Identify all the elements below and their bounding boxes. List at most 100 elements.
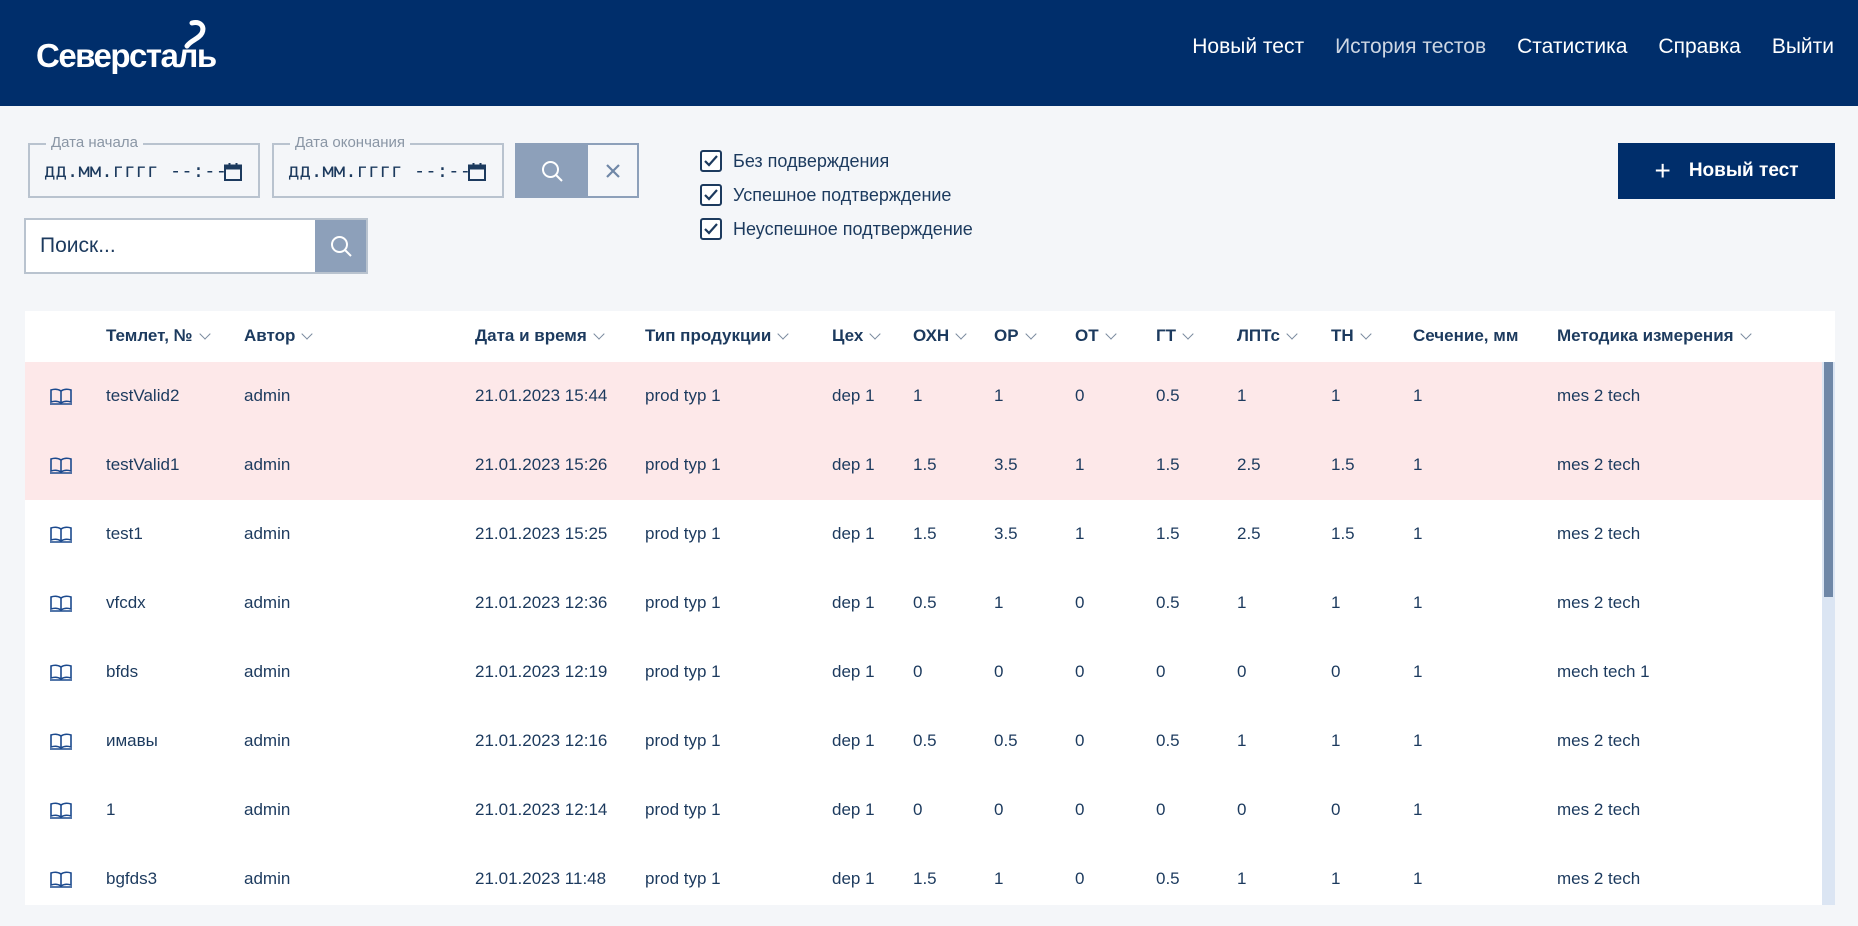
column-header-method[interactable]: Методика измерения (1557, 326, 1752, 346)
column-header-section[interactable]: Сечение, мм (1413, 326, 1518, 346)
table-cell: prod typ 1 (645, 869, 721, 888)
checkbox-checked-icon[interactable] (700, 184, 722, 206)
filter-label: Успешное подтверждение (733, 184, 952, 205)
table-cell: 0 (994, 800, 1004, 819)
search-button[interactable] (315, 220, 366, 272)
table-cell: 0 (1075, 386, 1085, 405)
column-header-tn[interactable]: ТН (1331, 326, 1372, 346)
filter-search-button[interactable] (515, 143, 588, 198)
book-icon[interactable] (50, 663, 72, 681)
table-cell: admin (244, 455, 291, 474)
checkbox-checked-icon[interactable] (700, 150, 722, 172)
book-icon[interactable] (50, 732, 72, 750)
search-icon (541, 160, 563, 182)
column-header-or[interactable]: ОР (994, 326, 1037, 346)
table-cell: 0.5 (1156, 869, 1180, 888)
filter-failed-confirmation[interactable]: Неуспешное подтверждение (700, 212, 973, 246)
table-row[interactable]: testValid1 admin 21.01.2023 15:26 prod typ … (25, 431, 1822, 500)
filter-no-confirmation[interactable]: Без подверждения (700, 144, 973, 178)
table-cell: mes 2 tech (1557, 869, 1641, 888)
column-header-product-type[interactable]: Тип продукции (645, 326, 789, 346)
book-icon[interactable] (50, 387, 72, 405)
column-header-datetime[interactable]: Дата и время (475, 326, 605, 346)
new-test-button[interactable]: + Новый тест (1618, 143, 1835, 199)
search-box (24, 218, 368, 274)
date-start-field[interactable]: Дата начала дд.мм.гггг --:-- (28, 134, 260, 198)
checkbox-checked-icon[interactable] (700, 218, 722, 240)
nav-test-history[interactable]: История тестов (1335, 30, 1486, 64)
book-icon[interactable] (50, 456, 72, 474)
book-icon[interactable] (50, 594, 72, 612)
table-cell: dep 1 (832, 731, 875, 750)
table-cell: 1 (1075, 524, 1085, 543)
table-row[interactable]: test1 admin 21.01.2023 15:25 prod typ 1 dep … (25, 500, 1822, 569)
column-header-workshop[interactable]: Цех (832, 326, 881, 346)
date-start-label: Дата начала (46, 134, 143, 151)
table-cell: 1.5 (913, 524, 937, 543)
column-header-lpts[interactable]: ЛПТс (1237, 326, 1298, 346)
table-cell: 1.5 (1331, 455, 1355, 474)
table-cell: admin (244, 524, 291, 543)
filter-label: Без подверждения (733, 150, 890, 171)
table-cell: 21.01.2023 15:44 (475, 386, 608, 405)
table-row[interactable]: имавы admin 21.01.2023 12:16 prod typ 1 dep … (25, 707, 1822, 776)
table-cell: admin (244, 869, 291, 888)
chevron-down-icon (593, 328, 605, 340)
table-cell: 1 (1237, 731, 1247, 750)
column-header-ohn[interactable]: ОХН (913, 326, 967, 346)
search-input[interactable] (26, 220, 316, 272)
table-cell: 0 (1331, 662, 1341, 681)
chevron-down-icon (955, 328, 967, 340)
table-cell: 0.5 (1156, 593, 1180, 612)
nav-logout[interactable]: Выйти (1772, 30, 1834, 64)
nav-new-test[interactable]: Новый тест (1192, 30, 1304, 64)
scrollbar-track[interactable] (1822, 362, 1835, 905)
table-row[interactable]: bfds admin 21.01.2023 12:19 prod typ 1 dep 1… (25, 638, 1822, 707)
table-cell: 0.5 (1156, 386, 1180, 405)
calendar-icon[interactable] (223, 162, 243, 182)
table-cell: 21.01.2023 12:19 (475, 662, 608, 681)
table-header: Темлет, № Автор Дата и время Тип продукц… (25, 311, 1835, 362)
table-cell: 1 (1413, 386, 1423, 405)
book-icon[interactable] (50, 801, 72, 819)
date-end-value: дд.мм.гггг --:-- (288, 160, 472, 182)
book-icon[interactable] (50, 870, 72, 888)
column-header-gt[interactable]: ГТ (1156, 326, 1194, 346)
table-cell: 21.01.2023 12:36 (475, 593, 608, 612)
table-cell: 1 (1413, 593, 1423, 612)
date-start-value: дд.мм.гггг --:-- (44, 160, 228, 182)
search-icon (330, 236, 352, 257)
column-header-ot[interactable]: ОТ (1075, 326, 1117, 346)
nav-help[interactable]: Справка (1658, 30, 1740, 64)
table-cell: 0 (1075, 593, 1085, 612)
table-row[interactable]: 1 admin 21.01.2023 12:14 prod typ 1 dep 1 0 0 0… (25, 776, 1822, 845)
column-header-author[interactable]: Автор (244, 326, 314, 346)
table-cell: 1.5 (1156, 455, 1180, 474)
table-cell: mes 2 tech (1557, 593, 1641, 612)
logo[interactable]: Северсталь (36, 20, 217, 76)
table-cell: 21.01.2023 12:16 (475, 731, 608, 750)
chevron-down-icon (1360, 328, 1372, 340)
calendar-icon[interactable] (467, 162, 487, 182)
tests-table: Темлет, № Автор Дата и время Тип продукц… (25, 311, 1835, 905)
table-cell: 0 (1075, 662, 1085, 681)
table-cell: testValid2 (106, 386, 180, 405)
table-cell: 0 (1075, 869, 1085, 888)
table-cell: prod typ 1 (645, 662, 721, 681)
table-cell: mes 2 tech (1557, 455, 1641, 474)
scrollbar-thumb[interactable] (1824, 362, 1833, 597)
table-cell: dep 1 (832, 800, 875, 819)
filter-clear-button[interactable] (588, 143, 639, 198)
table-row[interactable]: vfcdx admin 21.01.2023 12:36 prod typ 1 dep … (25, 569, 1822, 638)
table-row[interactable]: testValid2 admin 21.01.2023 15:44 prod typ … (25, 362, 1822, 431)
table-cell: admin (244, 593, 291, 612)
date-end-field[interactable]: Дата окончания дд.мм.гггг --:-- (272, 134, 504, 198)
nav-statistics[interactable]: Статистика (1517, 30, 1627, 64)
filter-success-confirmation[interactable]: Успешное подтверждение (700, 178, 973, 212)
book-icon[interactable] (50, 525, 72, 543)
table-row[interactable]: bgfds3 admin 21.01.2023 11:48 prod typ 1 dep… (25, 845, 1822, 905)
table-cell: prod typ 1 (645, 524, 721, 543)
table-cell: prod typ 1 (645, 731, 721, 750)
column-header-template[interactable]: Темлет, № (106, 326, 211, 346)
table-cell: 0 (1075, 800, 1085, 819)
